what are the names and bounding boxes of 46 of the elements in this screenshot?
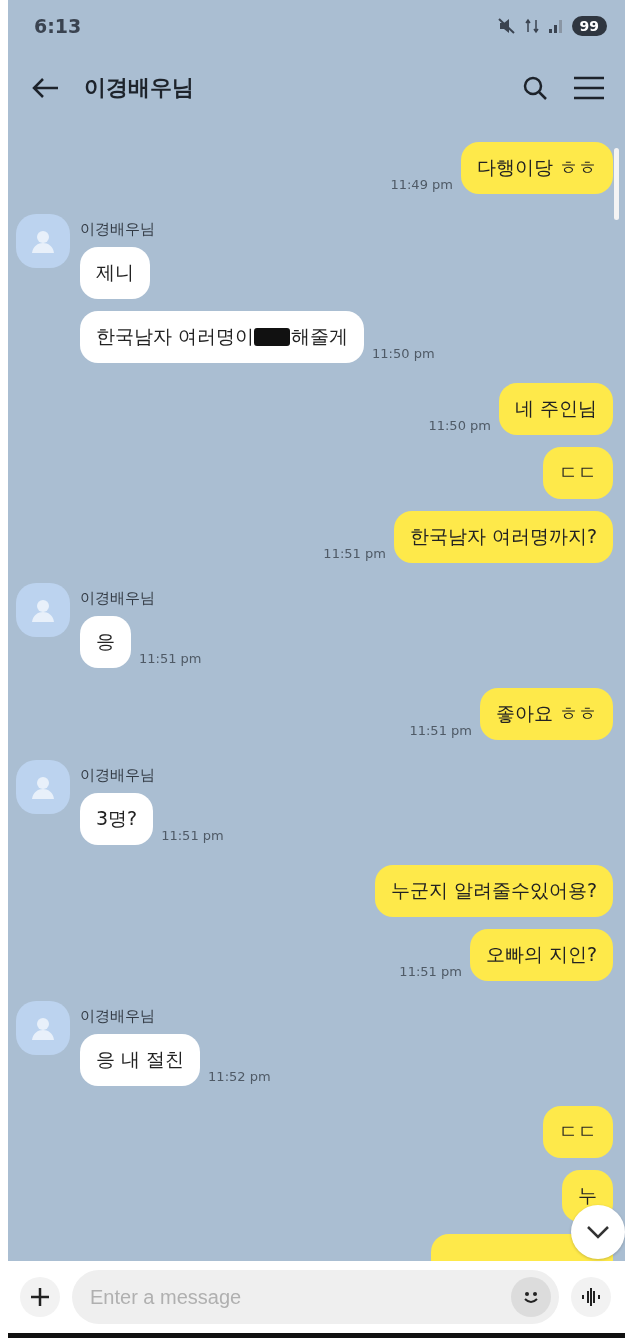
search-button[interactable] xyxy=(521,74,549,102)
sender-name: 이경배우님 xyxy=(80,1007,156,1026)
sender-name: 이경배우님 xyxy=(80,220,155,239)
message-text: 해줄게 xyxy=(291,324,349,349)
message-text: 좋아요 ㅎㅎ xyxy=(495,701,597,726)
message-text: 누군지 알려줄수있어용? xyxy=(390,878,597,903)
message-text: 한국남자 여러명이 xyxy=(96,324,255,349)
message-time: 11:51 pm xyxy=(323,546,386,561)
message-time: 11:51 pm xyxy=(139,651,202,666)
message-text: 3명? xyxy=(96,806,138,831)
message-text: 한국남자 여러명까지? xyxy=(409,524,597,549)
waveform-icon xyxy=(580,1287,602,1307)
composer-field[interactable]: Enter a message xyxy=(72,1270,559,1324)
message-time: 11:49 pm xyxy=(390,177,453,192)
mute-icon xyxy=(497,18,516,34)
emoji-button[interactable] xyxy=(511,1277,551,1317)
redaction-mark xyxy=(254,328,291,346)
chevron-down-icon xyxy=(586,1225,610,1239)
message-text: 응 내 절친 xyxy=(96,1047,185,1072)
scrollbar[interactable] xyxy=(614,148,619,220)
signal-icon xyxy=(547,18,564,34)
chat-title: 이경배우님 xyxy=(84,74,195,102)
message-time: 11:50 pm xyxy=(372,346,435,361)
message-time: 11:51 pm xyxy=(409,723,472,738)
network-icon xyxy=(523,18,540,34)
back-button[interactable] xyxy=(30,76,60,100)
message-text: 오빠의 지인? xyxy=(485,942,597,967)
add-button[interactable] xyxy=(20,1277,60,1317)
message-time: 11:52 pm xyxy=(208,1069,271,1084)
plus-icon xyxy=(30,1287,50,1307)
message-text: 응 xyxy=(96,629,115,654)
voice-button[interactable] xyxy=(571,1277,611,1317)
message-time: 11:51 pm xyxy=(161,828,224,843)
message-text: 제니 xyxy=(96,260,134,285)
sender-name: 이경배우님 xyxy=(80,589,156,608)
battery-level: 99 xyxy=(571,16,607,36)
message-text: 네 주인님 xyxy=(514,396,597,421)
message-time: 11:50 pm xyxy=(428,418,491,433)
message-text: 다행이당 ㅎㅎ xyxy=(476,155,597,180)
menu-button[interactable] xyxy=(573,75,605,101)
message-time: 11:51 pm xyxy=(399,964,462,979)
status-time: 6:13 xyxy=(34,15,82,37)
sender-name: 이경배우님 xyxy=(80,766,156,785)
message-text: 누 xyxy=(578,1183,597,1208)
message-text: ㄷㄷ xyxy=(559,1119,597,1144)
message-text: ㄷㄷ xyxy=(559,460,597,485)
